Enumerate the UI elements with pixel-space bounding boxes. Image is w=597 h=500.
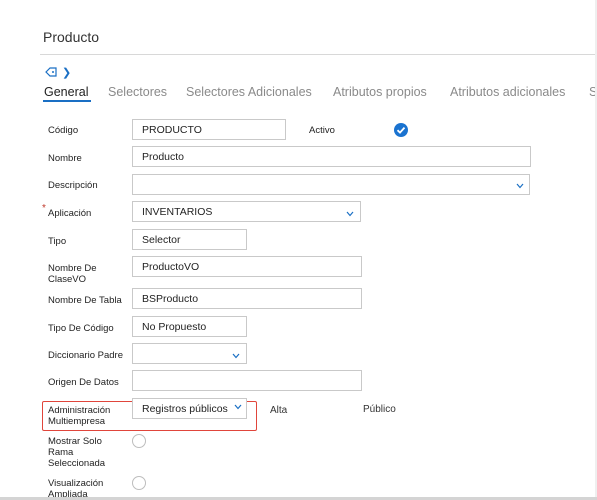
tipo-input[interactable]: Selector	[132, 229, 247, 250]
descripcion-select[interactable]	[132, 174, 530, 195]
title-divider	[40, 54, 597, 55]
tipo-label: Tipo	[48, 236, 67, 247]
mostrar-solo-rama-label-line2: Rama	[48, 447, 74, 458]
page-title: Producto	[43, 29, 100, 45]
admin-multiempresa-label: Administración Multiempresa	[48, 405, 110, 427]
nombre-clase-vo-label-line1: Nombre De	[48, 263, 97, 274]
tipo-codigo-input[interactable]: No Propuesto	[132, 316, 247, 337]
chevron-down-icon[interactable]	[232, 353, 240, 359]
codigo-label: Código	[48, 125, 79, 136]
descripcion-label: Descripción	[48, 180, 98, 191]
nombre-tabla-input[interactable]: BSProducto	[132, 288, 362, 309]
tab-atributos-propios[interactable]: Atributos propios	[333, 85, 427, 99]
tab-selectores[interactable]: Selectores	[108, 85, 167, 99]
diccionario-padre-label: Diccionario Padre	[48, 350, 123, 361]
mostrar-solo-rama-label-line3: Seleccionada	[48, 458, 106, 469]
chevron-down-icon[interactable]	[516, 183, 524, 189]
tag-icon[interactable]	[45, 67, 57, 77]
origen-datos-input[interactable]	[132, 370, 362, 391]
chevron-right-icon[interactable]: ❯	[62, 66, 71, 79]
nombre-tabla-label: Nombre De Tabla	[48, 295, 122, 306]
aplicacion-label: Aplicación	[48, 208, 92, 219]
admin-multiempresa-label-line1: Administración	[48, 405, 111, 416]
nombre-clase-vo-label: Nombre De ClaseVO	[48, 263, 97, 285]
chevron-down-icon[interactable]	[346, 211, 354, 217]
nombre-label: Nombre	[48, 153, 82, 164]
mostrar-solo-rama-label-line1: Mostrar Solo	[48, 436, 102, 447]
activo-label: Activo	[309, 125, 335, 136]
mostrar-solo-rama-label: Mostrar Solo Rama Seleccionada	[48, 436, 105, 469]
alta-label: Alta	[270, 405, 288, 416]
tab-bar: General Selectores Selectores Adicionale…	[44, 85, 597, 103]
tab-selectores-adicionales[interactable]: Selectores Adicionales	[186, 85, 312, 99]
aplicacion-select[interactable]: INVENTARIOS	[132, 201, 361, 222]
mostrar-solo-rama-radio[interactable]	[132, 434, 146, 448]
admin-multiempresa-label-line2: Multiempresa	[48, 416, 106, 427]
nombre-clase-vo-label-line2: ClaseVO	[48, 274, 87, 285]
codigo-input[interactable]: PRODUCTO	[132, 119, 286, 140]
tipo-codigo-label: Tipo De Código	[48, 323, 114, 334]
activo-checkbox[interactable]	[394, 123, 408, 137]
nombre-clase-vo-input[interactable]: ProductoVO	[132, 256, 362, 277]
tab-general[interactable]: General	[44, 85, 88, 99]
publico-label: Público	[363, 404, 396, 415]
origen-datos-label: Origen De Datos	[48, 377, 119, 388]
visualizacion-ampliada-label-line1: Visualización	[48, 478, 104, 489]
nombre-input[interactable]: Producto	[132, 146, 531, 167]
check-icon	[396, 126, 406, 134]
required-marker: *	[42, 203, 46, 214]
tab-atributos-adicionales[interactable]: Atributos adicionales	[450, 85, 565, 99]
admin-multiempresa-select[interactable]: Registros públicos	[132, 398, 247, 419]
active-tab-indicator	[43, 100, 91, 102]
chevron-down-icon[interactable]	[234, 404, 242, 410]
diccionario-padre-select[interactable]	[132, 343, 247, 364]
visualizacion-ampliada-radio[interactable]	[132, 476, 146, 490]
